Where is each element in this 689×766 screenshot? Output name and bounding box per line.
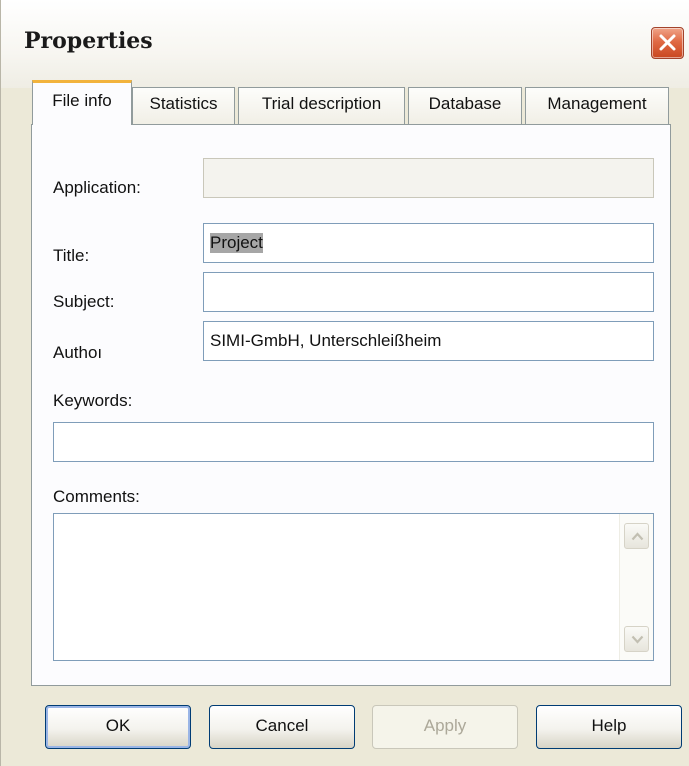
title-bar[interactable]: Properties <box>1 0 689 88</box>
apply-button: Apply <box>372 705 518 749</box>
subject-field[interactable] <box>203 272 654 312</box>
properties-dialog: Properties File info Statistics Trial de… <box>0 0 689 766</box>
scroll-up-button[interactable] <box>624 523 649 549</box>
title-label: Title: <box>53 246 90 265</box>
title-field[interactable]: Project <box>203 223 654 263</box>
subject-label: Subject: <box>53 292 115 311</box>
ok-button[interactable]: OK <box>45 705 191 749</box>
scroll-down-button[interactable] <box>624 626 649 652</box>
author-value: SIMI-GmbH, Unterschleißheim <box>210 331 442 350</box>
author-label: Authoı <box>53 343 103 362</box>
scroll-down-arrow-icon <box>631 635 644 644</box>
author-field[interactable]: SIMI-GmbH, Unterschleißheim <box>203 321 654 361</box>
application-label: Application: <box>53 178 141 197</box>
cancel-button[interactable]: Cancel <box>209 705 355 749</box>
scroll-up-arrow-icon <box>631 532 644 541</box>
title-value: Project <box>210 233 263 253</box>
tab-statistics[interactable]: Statistics <box>132 87 235 124</box>
tab-file-info[interactable]: File info <box>32 80 132 125</box>
comments-label: Comments: <box>53 487 140 506</box>
tab-database[interactable]: Database <box>408 87 522 124</box>
comments-textarea[interactable] <box>53 513 654 661</box>
close-button[interactable] <box>651 27 684 59</box>
window-title: Properties <box>24 28 153 54</box>
keywords-field[interactable] <box>53 422 654 462</box>
tab-management[interactable]: Management <box>525 87 669 124</box>
comments-scrollbar[interactable] <box>619 514 653 660</box>
keywords-label: Keywords: <box>53 391 133 410</box>
application-field <box>203 158 654 198</box>
help-button[interactable]: Help <box>536 705 682 749</box>
tab-trial-description[interactable]: Trial description <box>238 87 405 124</box>
close-icon <box>659 34 676 51</box>
